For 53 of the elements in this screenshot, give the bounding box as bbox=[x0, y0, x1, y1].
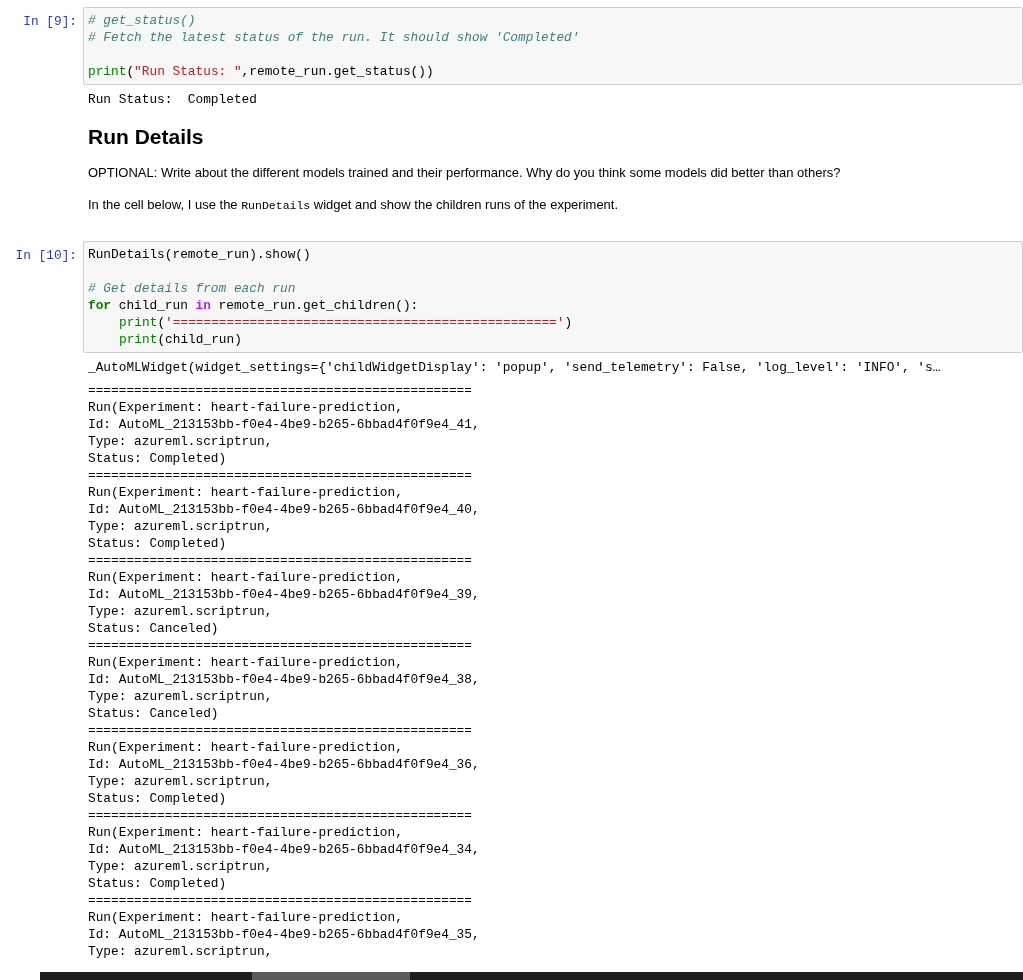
output-line: Type: azureml.scriptrun, bbox=[88, 603, 274, 620]
code-line: for child_run in remote_run.get_children(): bbox=[88, 297, 420, 314]
output-line: Run(Experiment: heart-failure-prediction, bbox=[88, 399, 404, 416]
output-line: Status: Completed) bbox=[88, 875, 228, 892]
paragraph: OPTIONAL: Write about the different models trained and their performance. Why do you think some models did better than others? bbox=[88, 164, 842, 182]
code-line: # Get details from each run bbox=[88, 280, 297, 297]
output-line: ================================================== bbox=[88, 552, 473, 569]
output-line: Run Status: Completed bbox=[88, 91, 258, 108]
code-line: # get_status() bbox=[88, 12, 197, 29]
output-line: ================================================== bbox=[88, 467, 473, 484]
output-line: ================================================== bbox=[88, 722, 473, 739]
code-line: # Fetch the latest status of the run. It should show 'Completed' bbox=[88, 29, 581, 46]
output-line: Id: AutoML_213153bb-f0e4-4be9-b265-6bbad4f0f9e4_40, bbox=[88, 501, 481, 518]
output-line: Id: AutoML_213153bb-f0e4-4be9-b265-6bbad4f0f9e4_38, bbox=[88, 671, 481, 688]
output-line: ================================================== bbox=[88, 382, 473, 399]
output-line: ================================================== bbox=[88, 807, 473, 824]
widget-output-text: _AutoMLWidget(widget_settings={'childWidgetDisplay': 'popup', 'send_telemetry': False, 'log_level': 'INFO', 's… bbox=[88, 359, 942, 376]
output-line: Run(Experiment: heart-failure-prediction, bbox=[88, 739, 404, 756]
cell-prompt: In [10]: bbox=[15, 247, 77, 265]
output-line: Type: azureml.scriptrun, bbox=[88, 433, 274, 450]
paragraph: In the cell below, I use the RunDetails widget and show the children runs of the experiment. bbox=[88, 196, 620, 214]
output-line: Run(Experiment: heart-failure-prediction, bbox=[88, 484, 404, 501]
output-line: Status: Canceled) bbox=[88, 705, 220, 722]
output-line: Id: AutoML_213153bb-f0e4-4be9-b265-6bbad4f0f9e4_39, bbox=[88, 586, 481, 603]
output-line: Id: AutoML_213153bb-f0e4-4be9-b265-6bbad4f0f9e4_36, bbox=[88, 756, 481, 773]
output-line: Run(Experiment: heart-failure-prediction, bbox=[88, 909, 404, 926]
output-line: ================================================== bbox=[88, 637, 473, 654]
horizontal-scrollbar[interactable] bbox=[40, 972, 1023, 980]
code-line: print('==================================================') bbox=[118, 314, 574, 331]
output-line: Type: azureml.scriptrun, bbox=[88, 858, 274, 875]
output-line: Type: azureml.scriptrun, bbox=[88, 518, 274, 535]
output-line: Status: Completed) bbox=[88, 450, 228, 467]
section-heading: Run Details bbox=[88, 124, 205, 150]
output-line: Type: azureml.scriptrun, bbox=[88, 943, 274, 960]
code-line: print("Run Status: ",remote_run.get_status()) bbox=[88, 63, 435, 80]
code-input[interactable]: # get_status() # Fetch the latest status of the run. It should show 'Completed' print("Run Status: ",remote_run.get_status()) bbox=[83, 7, 1023, 85]
scrollbar-thumb[interactable] bbox=[252, 972, 410, 980]
output-line: Type: azureml.scriptrun, bbox=[88, 773, 274, 790]
output-line: Id: AutoML_213153bb-f0e4-4be9-b265-6bbad4f0f9e4_41, bbox=[88, 416, 481, 433]
code-input[interactable]: RunDetails(remote_run).show() # Get details from each run for child_run in remote_run.get_children(): print('==================================================') print(child_run) bbox=[83, 241, 1023, 353]
output-line: ================================================== bbox=[88, 892, 473, 909]
output-line: Run(Experiment: heart-failure-prediction, bbox=[88, 824, 404, 841]
output-line: Run(Experiment: heart-failure-prediction, bbox=[88, 654, 404, 671]
output-line: Status: Completed) bbox=[88, 790, 228, 807]
code-line: print(child_run) bbox=[118, 331, 243, 348]
output-line: Type: azureml.scriptrun, bbox=[88, 688, 274, 705]
code-line: RunDetails(remote_run).show() bbox=[88, 246, 312, 263]
output-line: Status: Canceled) bbox=[88, 620, 220, 637]
output-line: Id: AutoML_213153bb-f0e4-4be9-b265-6bbad4f0f9e4_34, bbox=[88, 841, 481, 858]
output-line: Status: Completed) bbox=[88, 535, 228, 552]
cell-prompt: In [9]: bbox=[23, 13, 77, 31]
output-line: Id: AutoML_213153bb-f0e4-4be9-b265-6bbad4f0f9e4_35, bbox=[88, 926, 481, 943]
output-line: Run(Experiment: heart-failure-prediction, bbox=[88, 569, 404, 586]
